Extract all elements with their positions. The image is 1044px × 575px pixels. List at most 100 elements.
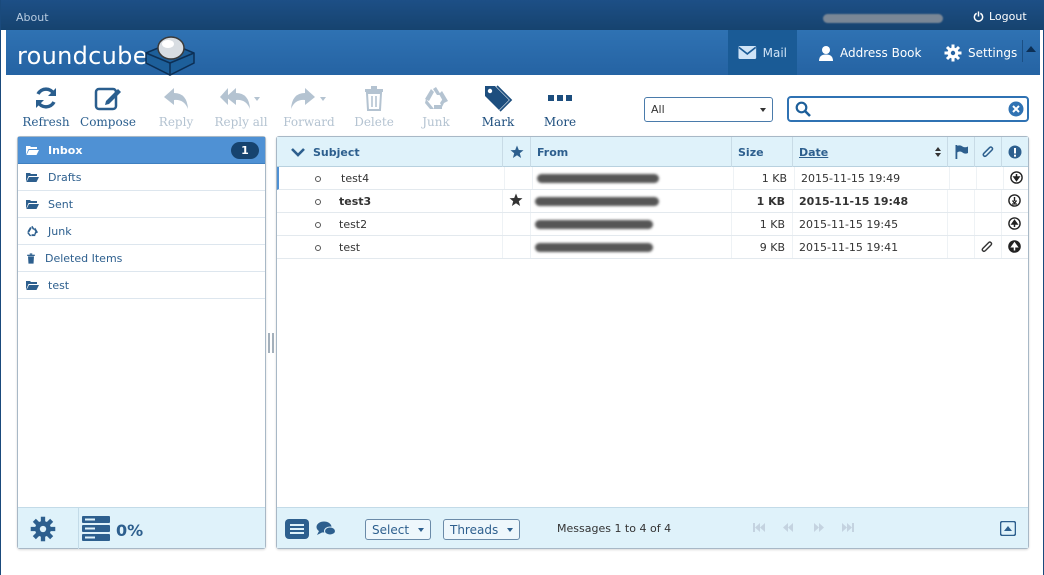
column-divider — [792, 236, 793, 258]
folder-sent[interactable]: Sent — [18, 191, 265, 218]
unread-count-badge: 1 — [231, 142, 259, 159]
flag-column-header[interactable] — [947, 137, 974, 167]
junk-label: Junk — [422, 115, 450, 129]
reply-all-button[interactable]: Reply all — [211, 83, 271, 131]
forward-button[interactable]: Forward — [279, 83, 339, 131]
folder-deleted-items[interactable]: Deleted Items — [18, 245, 265, 272]
panel-splitter-handle[interactable] — [268, 333, 274, 353]
about-link[interactable]: About — [16, 11, 49, 24]
first-page-icon[interactable] — [753, 522, 766, 533]
folder-icon — [26, 281, 39, 290]
junk-button[interactable]: Junk — [406, 83, 466, 131]
filter-value: All — [651, 103, 665, 116]
column-divider — [947, 236, 948, 258]
message-from-redacted — [535, 236, 653, 258]
message-row[interactable]: test4 1 KB 2015-11-15 19:49 — [277, 167, 1028, 190]
sender-blur — [535, 242, 653, 252]
message-from-redacted — [535, 190, 659, 212]
message-list: Subject From Size Date test4 1 KB 2015-1… — [276, 136, 1029, 549]
more-button[interactable]: More — [530, 83, 590, 131]
logout-button[interactable]: Logout — [973, 10, 1027, 23]
top-bar: About Logout — [1, 0, 1044, 30]
message-size: 1 KB — [759, 217, 785, 231]
tab-settings-label: Settings — [968, 45, 1018, 60]
column-divider — [502, 213, 503, 235]
previous-page-icon[interactable] — [782, 522, 795, 533]
folder-drafts[interactable]: Drafts — [18, 164, 265, 191]
envelope-icon — [738, 45, 757, 60]
logout-label: Logout — [989, 10, 1027, 23]
trash-icon — [365, 86, 383, 111]
message-date: 2015-11-15 19:45 — [799, 217, 899, 231]
threads-chat-icon[interactable] — [316, 521, 336, 537]
message-row[interactable]: test 9 KB 2015-11-15 19:41 — [277, 236, 1028, 259]
folder-inbox-label: Inbox — [48, 143, 83, 157]
priority-column-header[interactable] — [1001, 137, 1028, 167]
message-row[interactable]: test3 1 KB 2015-11-15 19:48 — [277, 190, 1028, 213]
message-list-footer: Select Threads Messages 1 to 4 of 4 — [277, 507, 1028, 548]
person-icon — [819, 45, 833, 61]
tab-address-book[interactable]: Address Book — [808, 30, 931, 75]
logo-text: roundcube — [17, 42, 148, 70]
message-row[interactable]: test2 1 KB 2015-11-15 19:45 — [277, 213, 1028, 236]
column-divider — [976, 167, 977, 189]
column-divider — [504, 167, 505, 189]
threads-dropdown[interactable]: Threads — [443, 519, 520, 540]
high-priority-icon — [1008, 217, 1021, 230]
forward-icon — [291, 88, 326, 109]
reply-button[interactable]: Reply — [146, 83, 206, 131]
chevron-down-icon — [291, 148, 305, 157]
quota-storage-icon — [82, 516, 110, 541]
subject-column-header[interactable]: Subject — [277, 137, 502, 167]
sender-blur — [535, 219, 653, 229]
folder-inbox[interactable]: Inbox 1 — [18, 137, 265, 164]
message-from-redacted — [535, 213, 653, 235]
flag-star-column-header[interactable] — [502, 137, 530, 167]
compose-button[interactable]: Compose — [78, 83, 138, 131]
folder-junk[interactable]: Junk — [18, 218, 265, 245]
column-divider — [947, 213, 948, 235]
column-divider — [974, 236, 975, 258]
tab-mail[interactable]: Mail — [728, 30, 797, 75]
flag-icon — [955, 145, 968, 159]
column-divider — [949, 167, 950, 189]
clear-search-icon[interactable] — [1008, 101, 1024, 117]
low-priority-icon — [1010, 171, 1023, 184]
from-column-header[interactable]: From — [530, 137, 731, 167]
search-input[interactable] — [787, 96, 1029, 122]
star-icon[interactable] — [509, 193, 523, 207]
folder-junk-label: Junk — [48, 224, 72, 238]
attachment-column-header[interactable] — [974, 137, 1001, 167]
next-page-icon[interactable] — [812, 522, 825, 533]
size-column-header[interactable]: Size — [731, 137, 792, 167]
delete-button[interactable]: Delete — [344, 83, 404, 131]
refresh-button[interactable]: Refresh — [16, 83, 76, 131]
delete-label: Delete — [354, 115, 394, 129]
select-dropdown[interactable]: Select — [365, 519, 431, 540]
more-label: More — [543, 115, 577, 129]
recycle-icon — [27, 225, 39, 237]
sort-arrows-icon — [935, 147, 941, 157]
column-divider — [1001, 213, 1002, 235]
more-dots-icon — [548, 95, 572, 101]
column-divider — [530, 190, 531, 212]
quota-percentage: 0% — [116, 521, 144, 540]
last-page-icon[interactable] — [841, 522, 854, 533]
folder-test[interactable]: test — [18, 272, 265, 299]
refresh-icon — [36, 87, 56, 109]
list-options-icon[interactable] — [285, 519, 309, 539]
collapse-header-button[interactable] — [1022, 40, 1036, 62]
mark-button[interactable]: Mark — [468, 83, 528, 131]
column-divider — [974, 190, 975, 212]
date-column-header[interactable]: Date — [792, 137, 947, 167]
roundcube-logo-icon — [145, 36, 195, 76]
tab-settings[interactable]: Settings — [934, 30, 1027, 75]
folder-settings-gear-icon[interactable] — [30, 516, 56, 542]
preview-toggle-icon[interactable] — [1000, 521, 1016, 536]
app-header: roundcube Mail Address Book Settings — [6, 30, 1040, 76]
filter-select[interactable]: All — [644, 97, 773, 122]
message-subject: test4 — [341, 171, 370, 185]
folder-drafts-label: Drafts — [48, 170, 82, 184]
select-dropdown-label: Select — [372, 523, 410, 537]
folder-panel-footer: 0% — [18, 507, 265, 549]
